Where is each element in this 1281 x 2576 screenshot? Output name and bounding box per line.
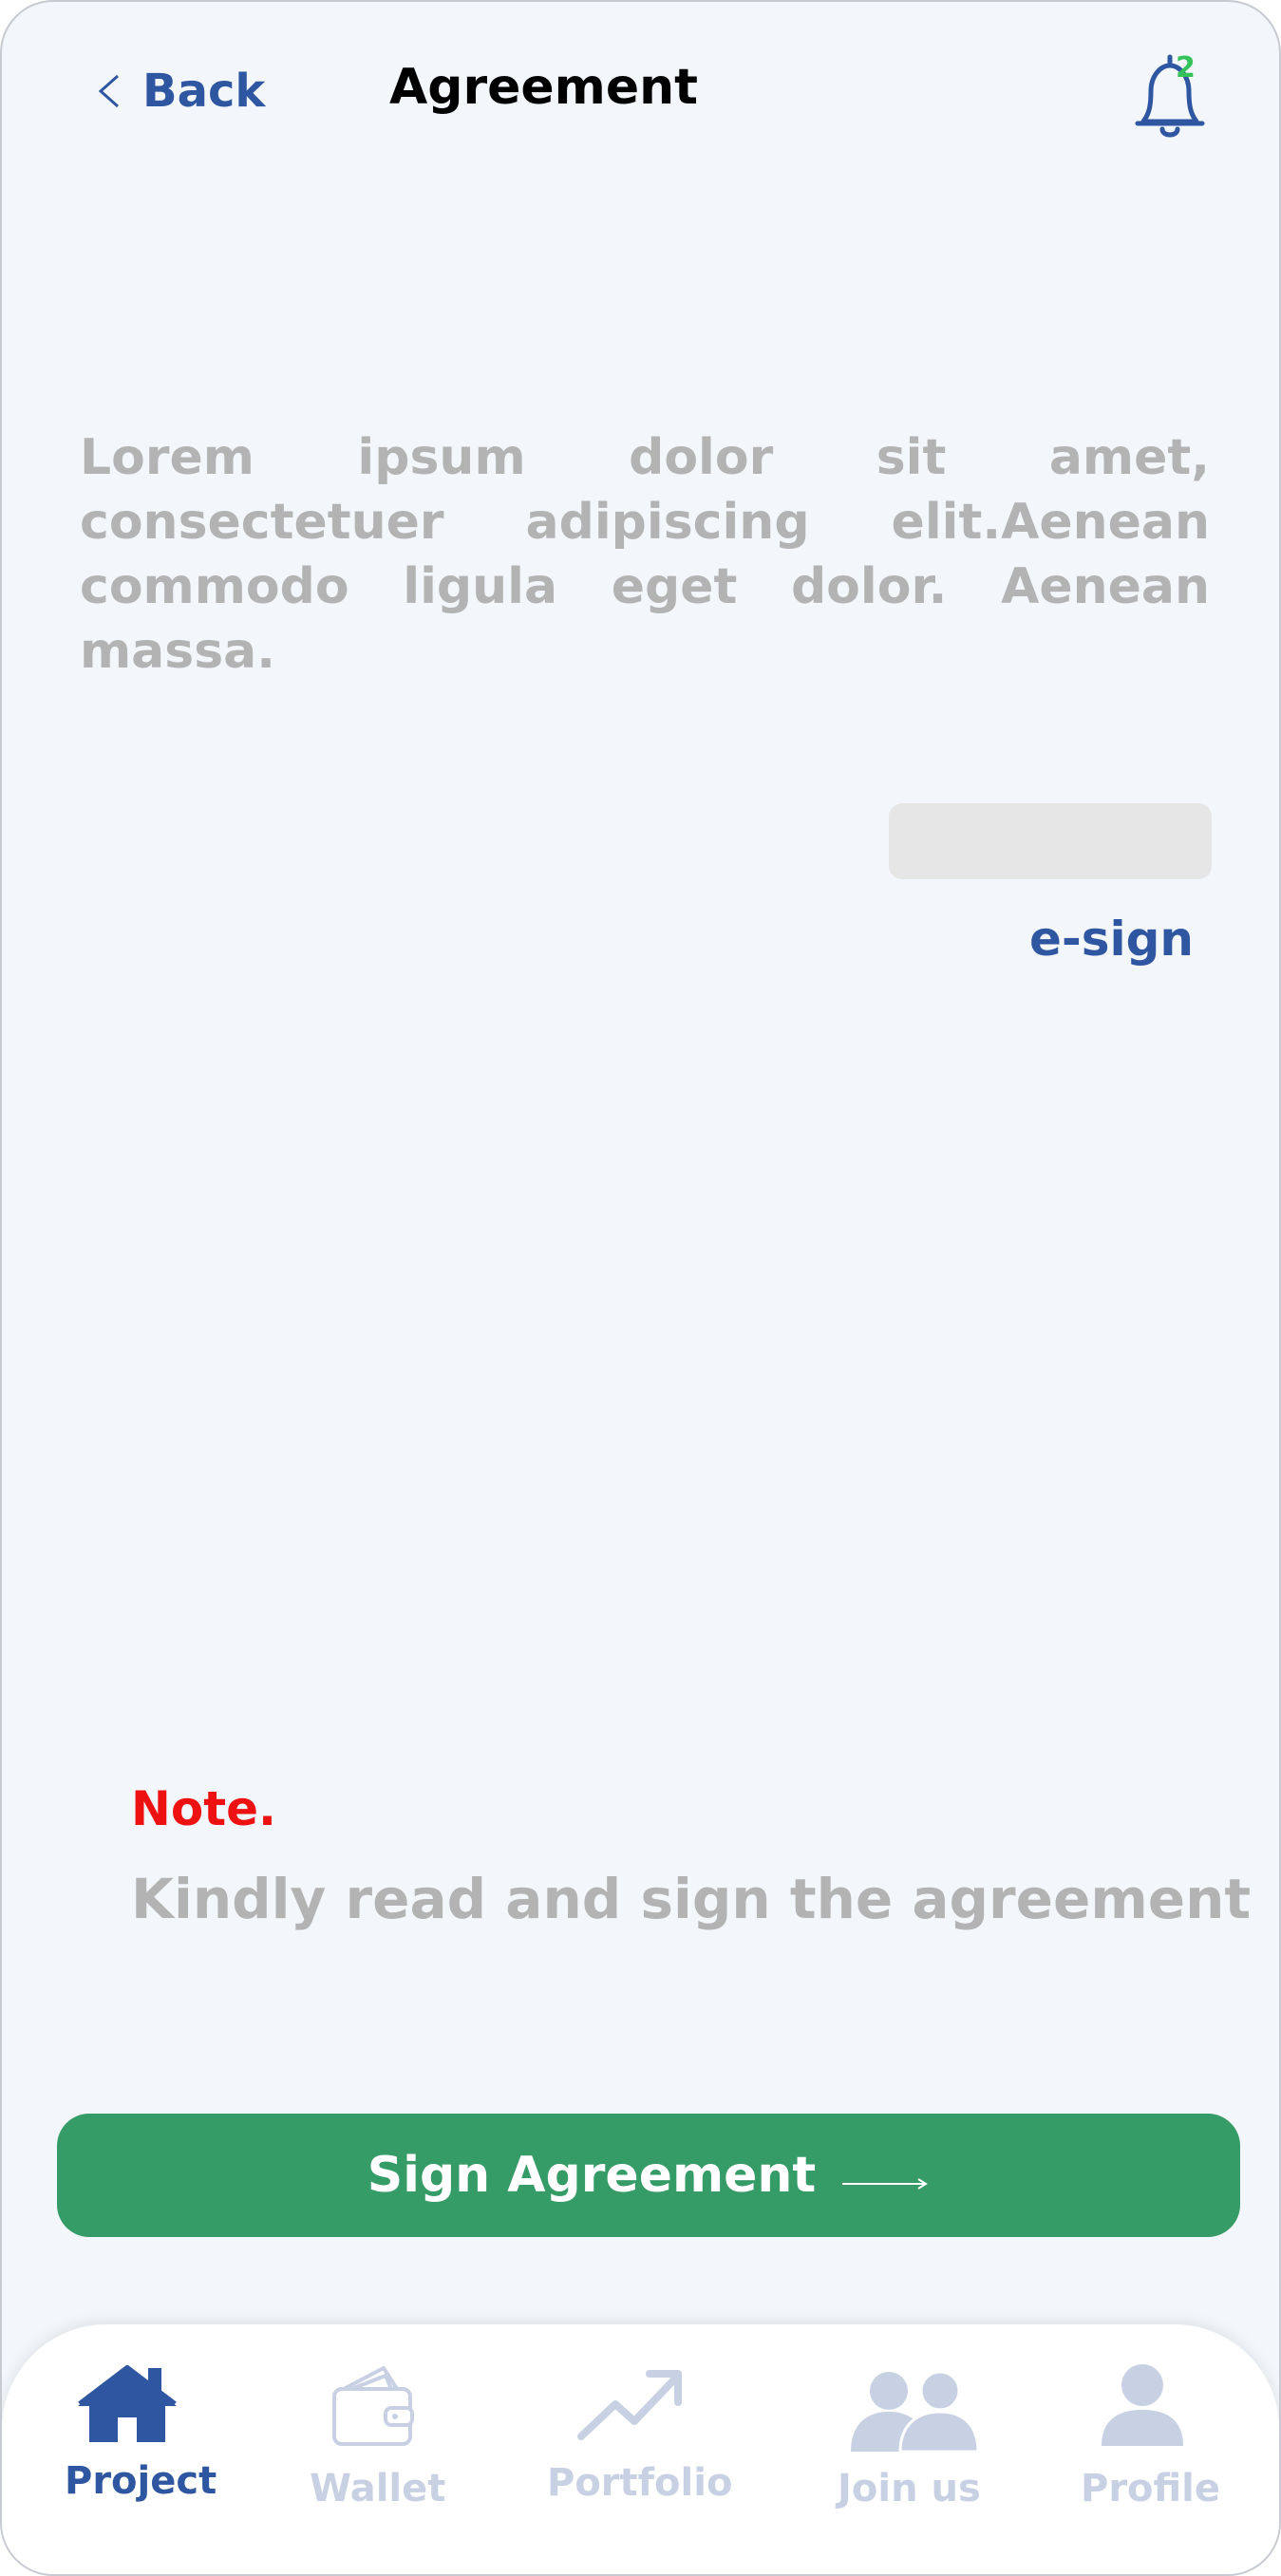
arrow-right-icon [842, 2147, 930, 2204]
nav-label-profile: Profile [1081, 2467, 1221, 2510]
user-icon [1100, 2364, 1185, 2452]
sign-agreement-button[interactable]: Sign Agreement [57, 2114, 1240, 2237]
wallet-icon [330, 2364, 418, 2452]
sign-agreement-label: Sign Agreement [367, 2147, 817, 2204]
chevron-left-icon [97, 72, 122, 110]
users-icon [847, 2370, 980, 2455]
home-icon [76, 2362, 179, 2448]
esign-label: e-sign [1029, 912, 1194, 967]
notification-badge: 2 [1176, 51, 1196, 85]
nav-item-portfolio[interactable]: Portfolio [543, 2362, 732, 2533]
back-button[interactable]: Back [97, 65, 265, 118]
nav-item-join-us[interactable]: Join us [828, 2362, 989, 2533]
note-text: Kindly read and sign the agreement [131, 1867, 1252, 1931]
trending-up-icon [577, 2366, 682, 2446]
nav-label-project: Project [65, 2459, 217, 2503]
agreement-text: Lorem ipsum dolor sit amet, consectetuer… [80, 429, 1210, 680]
nav-item-project[interactable]: Project [59, 2362, 220, 2533]
nav-item-wallet[interactable]: Wallet [306, 2362, 448, 2533]
app-screen: Back Agreement 2 Lorem ipsum dolor sit a… [0, 0, 1281, 2576]
nav-item-profile[interactable]: Profile [1065, 2362, 1227, 2533]
note-title: Note. [131, 1781, 277, 1836]
nav-label-wallet: Wallet [310, 2467, 446, 2510]
nav-label-portfolio: Portfolio [547, 2461, 733, 2505]
page-title: Agreement [389, 59, 698, 116]
signature-field[interactable] [889, 803, 1212, 879]
back-label: Back [142, 65, 266, 118]
bottom-navigation: Project Wallet Portfolio Join us Profile [2, 2324, 1279, 2574]
notifications-button[interactable]: 2 [1122, 49, 1217, 144]
nav-label-join-us: Join us [838, 2467, 981, 2510]
